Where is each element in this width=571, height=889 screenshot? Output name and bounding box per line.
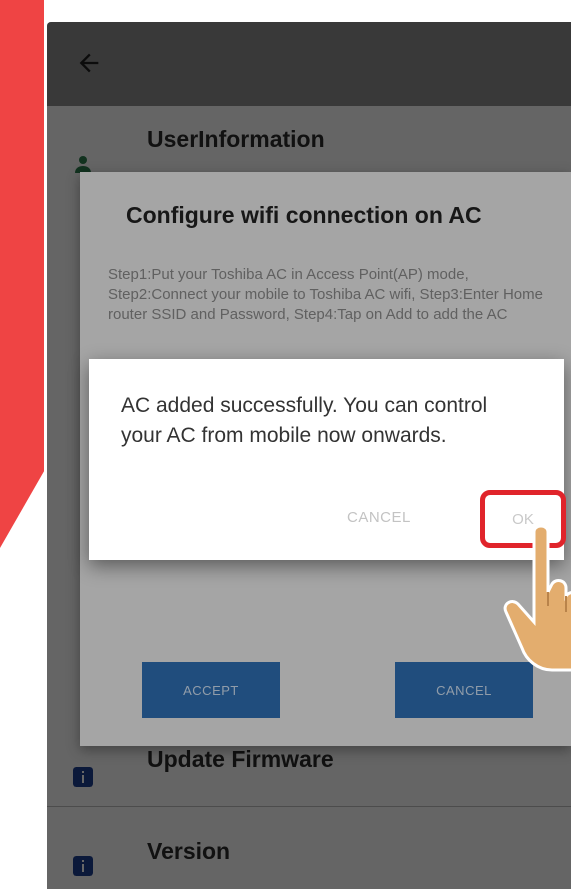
phone-screen: UserInformation Update Firmware Version … (47, 22, 571, 889)
success-alert-dialog: AC added successfully. You can control y… (89, 359, 566, 560)
screenshot-stage: UserInformation Update Firmware Version … (0, 0, 571, 889)
pointing-hand-icon (503, 524, 571, 672)
success-message: AC added successfully. You can control y… (121, 394, 488, 447)
alert-cancel-button[interactable]: CANCEL (347, 509, 411, 526)
red-decorative-banner (0, 0, 44, 548)
